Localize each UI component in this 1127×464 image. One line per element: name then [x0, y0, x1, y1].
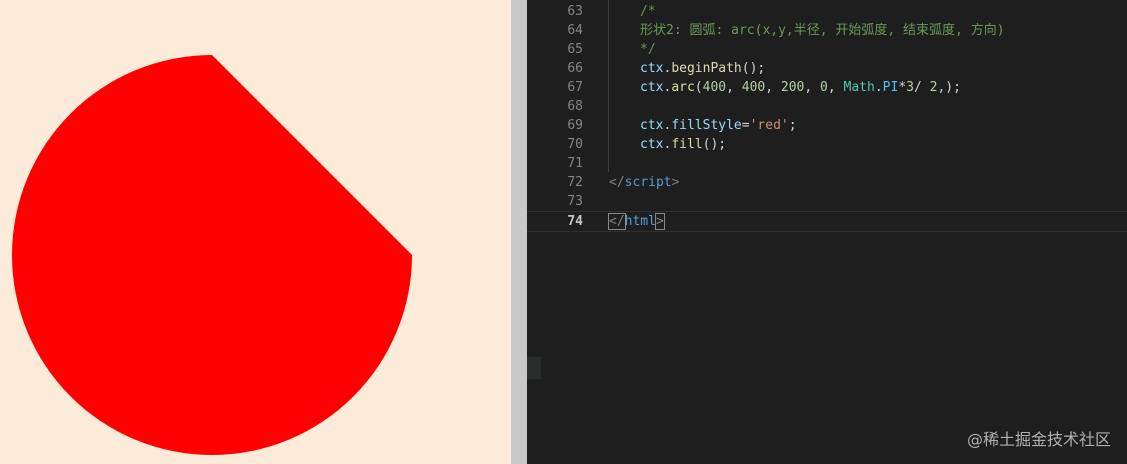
code-token: fillStyle — [671, 118, 742, 133]
code-text: </html> — [608, 212, 665, 231]
code-text: 形状2: 圆弧: arc(x,y,半径, 开始弧度, 结束弧度, 方向) — [640, 21, 1005, 40]
code-token: . — [874, 80, 883, 95]
code-text: ctx.beginPath(); — [640, 59, 765, 78]
code-token: </ — [609, 175, 625, 190]
code-token: 3 — [906, 80, 914, 95]
code-token: script — [624, 175, 672, 190]
line-number: 73 — [567, 194, 583, 209]
code-token: ctx — [640, 61, 664, 76]
line-number: 69 — [567, 118, 583, 133]
code-line[interactable]: 64 形状2: 圆弧: arc(x,y,半径, 开始弧度, 结束弧度, 方向) — [527, 21, 1127, 40]
code-token: 'red' — [749, 118, 789, 133]
red-arc-shape — [12, 55, 412, 455]
line-number: 71 — [567, 156, 583, 171]
line-number: 66 — [567, 61, 583, 76]
canvas-preview — [0, 0, 511, 464]
code-token: / — [913, 80, 930, 95]
code-line[interactable]: 73 — [527, 192, 1127, 211]
code-token: Math — [843, 80, 875, 95]
code-token: arc — [671, 80, 695, 95]
code-token: 400 — [702, 80, 727, 95]
code-token: fill — [671, 137, 703, 152]
code-token: /* — [640, 4, 656, 19]
code-editor[interactable]: 63/* 64 形状2: 圆弧: arc(x,y,半径, 开始弧度, 结束弧度, 方… — [527, 0, 1127, 464]
code-text: ctx.fill(); — [640, 135, 726, 154]
code-token: html — [624, 214, 656, 229]
code-token: ctx — [640, 80, 664, 95]
line-number: 68 — [567, 99, 583, 114]
line-number: 65 — [567, 42, 583, 57]
gutter-marker — [527, 357, 541, 379]
code-token: ctx — [640, 118, 664, 133]
code-line[interactable]: 72 </script> — [527, 173, 1127, 192]
code-token: PI — [882, 80, 899, 95]
code-token: */ — [640, 42, 656, 57]
code-token: ( — [694, 80, 703, 95]
code-text: ctx.fillStyle='red'; — [640, 116, 797, 135]
code-line[interactable]: 65 */ — [527, 40, 1127, 59]
code-line[interactable]: 70 ctx.fill(); — [527, 135, 1127, 154]
code-line[interactable]: 66 ctx.beginPath(); — [527, 59, 1127, 78]
code-token: (); — [702, 137, 727, 152]
line-number: 64 — [567, 23, 583, 38]
line-number: 74 — [567, 214, 583, 229]
code-line[interactable]: 69 ctx.fillStyle='red'; — [527, 116, 1127, 135]
watermark: @稀土掘金技术社区 — [966, 430, 1111, 449]
code-text: ctx.arc(400, 400, 200, 0, Math.PI*3/ 2,)… — [640, 78, 961, 97]
code-text: /* — [640, 2, 656, 21]
code-line[interactable]: 71 — [527, 154, 1127, 173]
code-token: , — [827, 80, 844, 95]
code-token: 400 — [741, 80, 766, 95]
line-number: 72 — [567, 175, 583, 190]
code-token: (); — [741, 61, 766, 76]
code-token: * — [898, 80, 907, 95]
code-token: > — [671, 175, 680, 190]
code-text: </script> — [609, 173, 679, 192]
code-text: */ — [640, 40, 656, 59]
code-line[interactable]: 74 </html> — [527, 211, 1127, 232]
code-line[interactable]: 63 /* — [527, 2, 1127, 21]
code-token: ; — [788, 118, 797, 133]
code-token: 形状2: 圆弧: arc(x,y,半径, 开始弧度, 结束弧度, 方向) — [640, 23, 1005, 38]
pane-splitter[interactable] — [511, 0, 527, 464]
code-token: 0 — [820, 80, 828, 95]
code-token: > — [654, 213, 665, 230]
canvas-drawing — [12, 55, 412, 455]
code-token: 200 — [780, 80, 805, 95]
line-number: 67 — [567, 80, 583, 95]
code-token: beginPath — [671, 61, 742, 76]
code-line[interactable]: 67 ctx.arc(400, 400, 200, 0, Math.PI*3/ 2… — [527, 78, 1127, 97]
code-token: </ — [608, 213, 626, 230]
code-token: ctx — [640, 137, 664, 152]
line-number: 70 — [567, 137, 583, 152]
code-token: = — [741, 118, 750, 133]
code-token: ,); — [937, 80, 961, 95]
code-line[interactable]: 68 — [527, 97, 1127, 116]
code-token: , — [726, 80, 742, 95]
line-number: 63 — [567, 4, 583, 19]
code-token: , — [765, 80, 781, 95]
code-token: , — [804, 80, 821, 95]
